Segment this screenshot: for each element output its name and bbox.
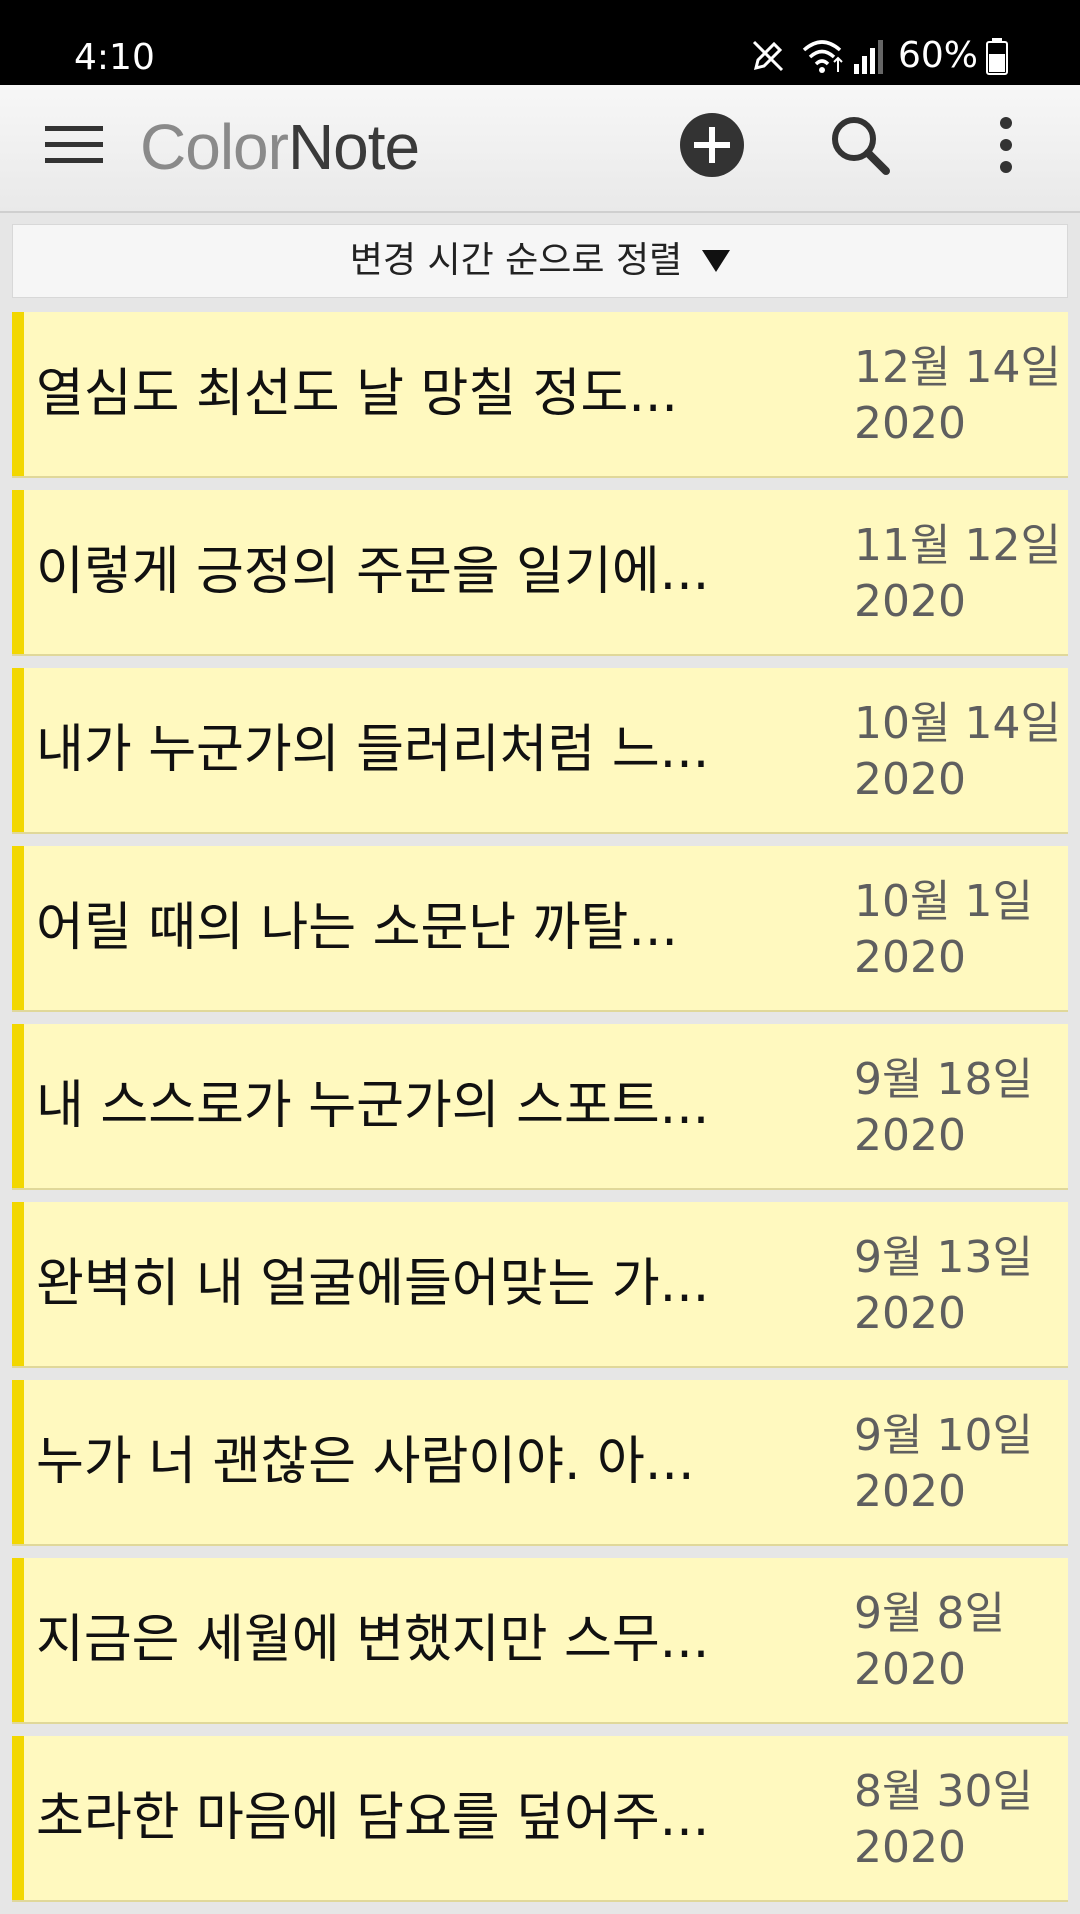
note-date: 12월 14일 2020: [854, 340, 1068, 452]
note-color-stripe: [12, 668, 24, 832]
battery-icon: [986, 36, 1008, 76]
search-button[interactable]: [816, 107, 904, 187]
note-date-year: 2020: [854, 1466, 966, 1517]
note-color-stripe: [12, 490, 24, 654]
note-color-stripe: [12, 1024, 24, 1188]
note-list-item[interactable]: 내 스스로가 누군가의 스포트... 9월 18일 2020: [12, 1024, 1068, 1190]
note-date-day: 11월 12일: [854, 520, 1061, 571]
battery-percent: 60%: [897, 35, 978, 76]
logo-color: Color: [140, 111, 289, 183]
note-date: 10월 1일 2020: [854, 874, 1068, 986]
note-date-day: 12월 14일: [854, 342, 1061, 393]
note-list-item[interactable]: 누가 너 괜찮은 사람이야. 아... 9월 10일 2020: [12, 1380, 1068, 1546]
note-date: 11월 12일 2020: [854, 518, 1068, 630]
note-date-year: 2020: [854, 398, 966, 449]
note-date-year: 2020: [854, 1288, 966, 1339]
note-date: 9월 8일 2020: [854, 1586, 1068, 1698]
note-color-stripe: [12, 1202, 24, 1366]
more-options-button[interactable]: [962, 107, 1050, 187]
status-bar: 4:10 60%: [0, 0, 1080, 85]
note-date-day: 10월 14일: [854, 698, 1061, 749]
note-title: 내 스스로가 누군가의 스포트...: [36, 1076, 710, 1136]
add-circle-icon: [678, 111, 746, 183]
note-title: 완벽히 내 얼굴에들어맞는 가...: [36, 1254, 710, 1314]
note-date-year: 2020: [854, 576, 966, 627]
note-date-day: 9월 18일: [854, 1054, 1033, 1105]
note-title: 이렇게 긍정의 주문을 일기에...: [36, 542, 710, 602]
note-title: 어릴 때의 나는 소문난 까탈...: [36, 898, 678, 958]
note-title: 내가 누군가의 들러리처럼 느...: [36, 720, 710, 780]
note-list-item[interactable]: 초라한 마음에 담요를 덮어주... 8월 30일 2020: [12, 1736, 1068, 1902]
note-date-year: 2020: [854, 932, 966, 983]
note-color-stripe: [12, 1380, 24, 1544]
app-bar: ColorNote: [0, 85, 1080, 213]
note-date-year: 2020: [854, 1110, 966, 1161]
add-note-button[interactable]: [668, 107, 756, 187]
note-color-stripe: [12, 1558, 24, 1722]
sort-dropdown[interactable]: 변경 시간 순으로 정렬: [12, 224, 1068, 298]
hamburger-menu-button[interactable]: [30, 107, 118, 187]
note-title: 초라한 마음에 담요를 덮어주...: [36, 1788, 710, 1848]
note-title: 누가 너 괜찮은 사람이야. 아...: [36, 1432, 695, 1492]
note-color-stripe: [12, 1736, 24, 1900]
status-icons: 60%: [748, 34, 1008, 78]
note-color-stripe: [12, 312, 24, 476]
signal-icon: [852, 36, 884, 76]
note-date-day: 9월 10일: [854, 1410, 1033, 1461]
hamburger-menu-icon: [43, 123, 105, 171]
note-list-item[interactable]: 내가 누군가의 들러리처럼 느... 10월 14일 2020: [12, 668, 1068, 834]
note-date: 9월 10일 2020: [854, 1408, 1068, 1520]
note-title: 지금은 세월에 변했지만 스무...: [36, 1610, 710, 1670]
note-date-year: 2020: [854, 754, 966, 805]
note-date-year: 2020: [854, 1644, 966, 1695]
note-title: 열심도 최선도 날 망칠 정도...: [36, 364, 678, 424]
wifi-icon: [800, 36, 844, 76]
note-date-day: 10월 1일: [854, 876, 1033, 927]
note-list-item[interactable]: 지금은 세월에 변했지만 스무... 9월 8일 2020: [12, 1558, 1068, 1724]
app-logo: ColorNote: [140, 111, 420, 183]
note-date-day: 9월 8일: [854, 1588, 1005, 1639]
search-icon: [828, 113, 892, 181]
note-date: 8월 30일 2020: [854, 1764, 1068, 1876]
dropdown-arrow-icon: [702, 250, 731, 272]
note-list-item[interactable]: 어릴 때의 나는 소문난 까탈... 10월 1일 2020: [12, 846, 1068, 1012]
note-list-item[interactable]: 이렇게 긍정의 주문을 일기에... 11월 12일 2020: [12, 490, 1068, 656]
more-vertical-icon: [996, 115, 1016, 179]
sort-label: 변경 시간 순으로 정렬: [349, 240, 683, 281]
note-date: 9월 13일 2020: [854, 1230, 1068, 1342]
note-date-year: 2020: [854, 1822, 966, 1873]
note-date: 10월 14일 2020: [854, 696, 1068, 808]
note-list-item[interactable]: 완벽히 내 얼굴에들어맞는 가... 9월 13일 2020: [12, 1202, 1068, 1368]
note-list-item[interactable]: 열심도 최선도 날 망칠 정도... 12월 14일 2020: [12, 312, 1068, 478]
status-time: 4:10: [74, 37, 155, 78]
note-list: 열심도 최선도 날 망칠 정도... 12월 14일 2020 이렇게 긍정의 …: [12, 312, 1068, 1914]
note-date-day: 9월 13일: [854, 1232, 1033, 1283]
note-date-day: 8월 30일: [854, 1766, 1033, 1817]
note-color-stripe: [12, 846, 24, 1010]
logo-note: Note: [287, 111, 420, 183]
note-date: 9월 18일 2020: [854, 1052, 1068, 1164]
pen-icon: [748, 36, 788, 76]
